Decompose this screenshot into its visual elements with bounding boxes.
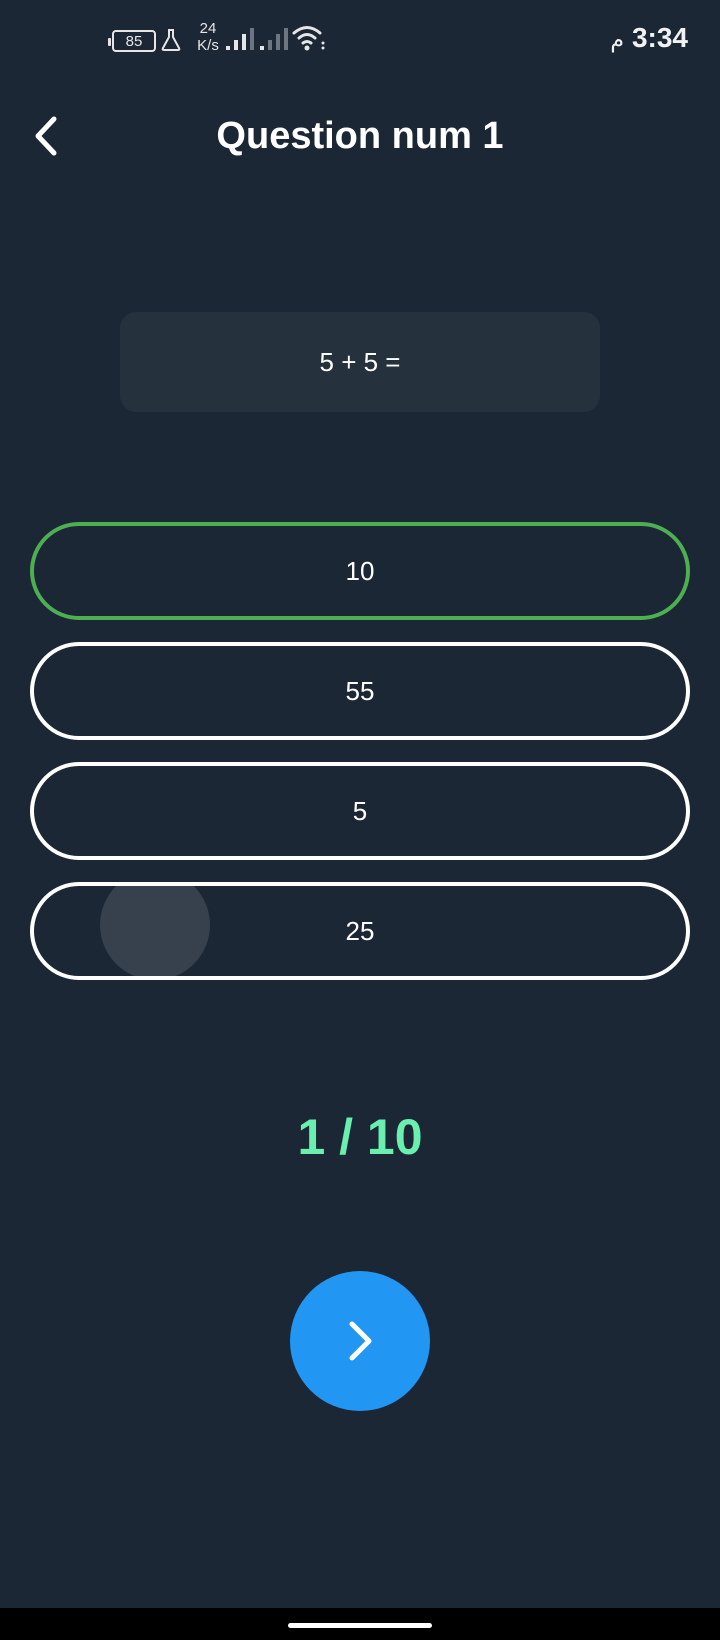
network-speed-value: 24	[199, 20, 217, 37]
status-bar: 85 24 K/s م 3:34	[0, 0, 720, 80]
answer-label: 25	[345, 915, 375, 946]
answer-option-3[interactable]: 5	[30, 762, 690, 860]
answer-label: 5	[352, 795, 368, 826]
chevron-left-icon	[35, 116, 57, 156]
answer-label: 55	[345, 675, 375, 706]
back-button[interactable]	[22, 108, 70, 164]
answer-option-4[interactable]: 25	[30, 882, 690, 980]
home-gesture-handle[interactable]	[288, 1623, 432, 1628]
answer-option-2[interactable]: 55	[30, 642, 690, 740]
network-speed: 24 K/s	[194, 20, 222, 54]
question-card: 5 + 5 =	[120, 312, 600, 412]
answer-option-1[interactable]: 10	[30, 522, 690, 620]
navigation-bar	[0, 1608, 720, 1640]
status-clock: م 3:34	[610, 22, 688, 54]
network-speed-unit: K/s	[197, 37, 219, 54]
page-title: Question num 1	[216, 115, 504, 157]
flask-icon	[161, 29, 181, 51]
question-text: 5 + 5 =	[319, 346, 401, 377]
answer-label: 10	[345, 555, 375, 586]
chevron-right-icon	[349, 1321, 372, 1361]
signal-icon	[226, 28, 254, 50]
progress-counter: 1 / 10	[297, 1109, 423, 1165]
battery-icon: 85	[108, 30, 156, 52]
wifi-icon	[292, 26, 325, 51]
clock-ampm: م	[610, 27, 624, 52]
next-button[interactable]	[290, 1271, 430, 1411]
battery-level: 85	[125, 32, 143, 50]
touch-ripple	[100, 886, 210, 976]
clock-time: 3:34	[631, 22, 688, 53]
signal-icon	[260, 28, 288, 50]
